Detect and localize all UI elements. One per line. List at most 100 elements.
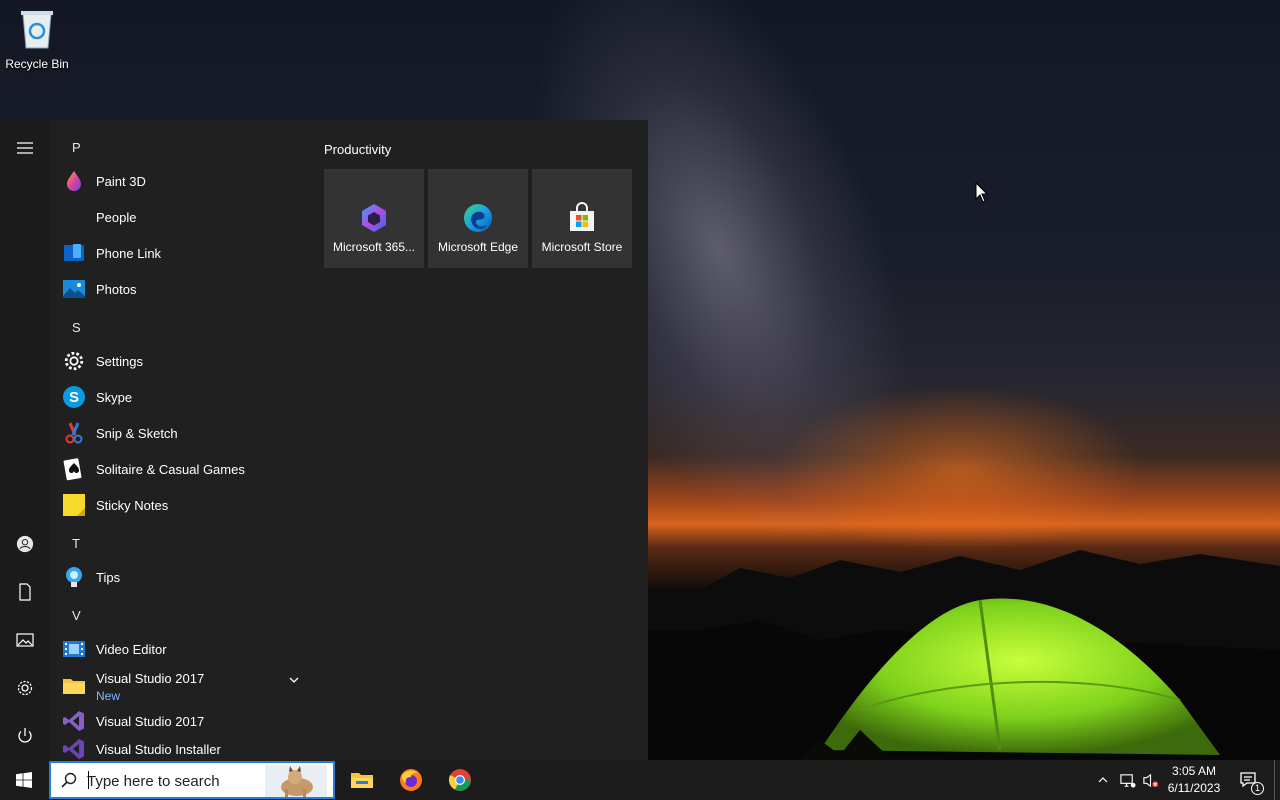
- app-label: Sticky Notes: [96, 497, 169, 513]
- start-button[interactable]: [0, 760, 48, 800]
- recycle-bin-icon: [21, 11, 53, 49]
- tile-microsoft-edge[interactable]: Microsoft Edge: [428, 169, 528, 268]
- app-label: Solitaire & Casual Games: [96, 461, 245, 477]
- search-input[interactable]: [87, 769, 267, 793]
- phone-link-icon: [64, 244, 84, 261]
- volume-button[interactable]: [1139, 760, 1161, 800]
- taskbar-chrome[interactable]: [436, 760, 484, 800]
- search-icon: [61, 772, 77, 788]
- start-rail: [0, 120, 50, 760]
- video-editor-icon: [63, 641, 85, 657]
- taskbar-file-explorer[interactable]: [338, 760, 386, 800]
- app-paint-3d[interactable]: Paint 3D: [62, 164, 308, 198]
- app-label: Visual Studio 2017: [96, 670, 205, 686]
- app-settings[interactable]: Settings: [62, 344, 308, 378]
- taskbar: 3:05 AM 6/11/2023 1: [0, 760, 1280, 800]
- app-visual-studio-installer[interactable]: Visual Studio Installer: [62, 732, 308, 760]
- all-apps-list: P Paint 3D People Phone Link Photos S Se…: [50, 120, 310, 760]
- account-button[interactable]: [0, 524, 50, 564]
- photos-icon: [63, 280, 85, 298]
- glowing-tent: [800, 598, 1240, 760]
- svg-text:S: S: [69, 389, 79, 406]
- clock-date: 6/11/2023: [1167, 781, 1221, 795]
- microsoft-store-icon: [570, 202, 594, 231]
- app-label: Settings: [96, 353, 143, 369]
- firefox-icon: [400, 769, 422, 791]
- show-desktop-button[interactable]: [1274, 760, 1280, 800]
- chevron-down-icon[interactable]: [288, 674, 300, 686]
- recycle-bin-desktop-icon[interactable]: Recycle Bin: [0, 6, 74, 71]
- edge-icon: [464, 204, 492, 232]
- pictures-button[interactable]: [0, 620, 50, 660]
- show-hidden-icons-button[interactable]: [1093, 760, 1113, 800]
- app-folder-visual-studio-2017[interactable]: Visual Studio 2017 New: [62, 668, 308, 704]
- settings-icon: [17, 680, 33, 696]
- text-caret: [88, 771, 89, 789]
- start-menu: P Paint 3D People Phone Link Photos S Se…: [0, 120, 648, 760]
- chevron-up-icon: [1098, 777, 1108, 783]
- app-snip-sketch[interactable]: Snip & Sketch: [62, 416, 308, 450]
- user-icon: [16, 535, 34, 553]
- app-label: Paint 3D: [96, 173, 146, 189]
- action-center-button[interactable]: 1: [1232, 760, 1266, 800]
- skype-icon: S: [63, 386, 85, 408]
- visual-studio-installer-icon: [63, 739, 84, 759]
- app-label: Skype: [96, 389, 133, 405]
- file-explorer-icon: [351, 773, 373, 788]
- app-label: People: [96, 209, 137, 225]
- taskbar-search[interactable]: [49, 761, 335, 799]
- chrome-icon: [448, 769, 471, 791]
- expand-menu-button[interactable]: [0, 128, 50, 168]
- app-label: Phone Link: [96, 245, 162, 261]
- network-icon: [1119, 773, 1136, 788]
- recycle-bin-label: Recycle Bin: [5, 57, 69, 71]
- notification-count-badge: 1: [1251, 782, 1264, 795]
- hamburger-icon: [17, 142, 33, 154]
- network-status-button[interactable]: [1116, 760, 1138, 800]
- taskbar-firefox[interactable]: [387, 760, 435, 800]
- document-icon: [19, 583, 31, 601]
- mouse-pointer-icon: [975, 182, 989, 203]
- snip-sketch-icon: [65, 422, 83, 444]
- settings-button[interactable]: [0, 668, 50, 708]
- tile-microsoft-store[interactable]: Microsoft Store: [532, 169, 632, 268]
- sticky-notes-icon: [63, 494, 85, 516]
- paint-3d-icon: [67, 171, 81, 191]
- tile-microsoft-365[interactable]: Microsoft 365...: [324, 169, 424, 268]
- app-label: Video Editor: [96, 641, 167, 657]
- letter-header-p[interactable]: P: [72, 140, 81, 155]
- app-sticky-notes[interactable]: Sticky Notes: [62, 488, 308, 522]
- power-button[interactable]: [0, 716, 50, 756]
- app-tips[interactable]: Tips: [62, 560, 308, 594]
- tile-label: Microsoft Store: [541, 240, 623, 254]
- app-video-editor[interactable]: Video Editor: [62, 632, 308, 666]
- app-phone-link[interactable]: Phone Link: [62, 236, 308, 270]
- app-solitaire[interactable]: Solitaire & Casual Games: [62, 452, 308, 486]
- solitaire-icon: [63, 458, 82, 481]
- taskbar-clock[interactable]: 3:05 AM 6/11/2023: [1162, 763, 1226, 797]
- power-icon: [18, 728, 32, 743]
- app-label: Visual Studio Installer: [96, 741, 221, 757]
- app-label: Snip & Sketch: [96, 425, 178, 441]
- visual-studio-icon: [63, 711, 84, 731]
- documents-button[interactable]: [0, 572, 50, 612]
- letter-header-v[interactable]: V: [72, 608, 81, 623]
- windows-logo-icon: [16, 772, 32, 788]
- new-badge: New: [96, 688, 121, 703]
- clock-time: 3:05 AM: [1171, 764, 1217, 778]
- app-photos[interactable]: Photos: [62, 272, 308, 306]
- pictures-icon: [16, 633, 34, 647]
- app-people[interactable]: People: [62, 200, 308, 234]
- microsoft-365-icon: [362, 204, 386, 232]
- tile-label: Microsoft 365...: [332, 240, 416, 254]
- tile-label: Microsoft Edge: [437, 240, 519, 254]
- letter-header-s[interactable]: S: [72, 320, 81, 335]
- app-label: Photos: [96, 281, 137, 297]
- app-label: Visual Studio 2017: [96, 713, 205, 729]
- app-skype[interactable]: S Skype: [62, 380, 308, 414]
- tile-group-title[interactable]: Productivity: [324, 142, 391, 157]
- letter-header-t[interactable]: T: [72, 536, 80, 551]
- tips-lightbulb-icon: [66, 567, 82, 587]
- search-highlight-lynx-icon: [265, 765, 327, 797]
- speaker-muted-icon: [1142, 773, 1158, 787]
